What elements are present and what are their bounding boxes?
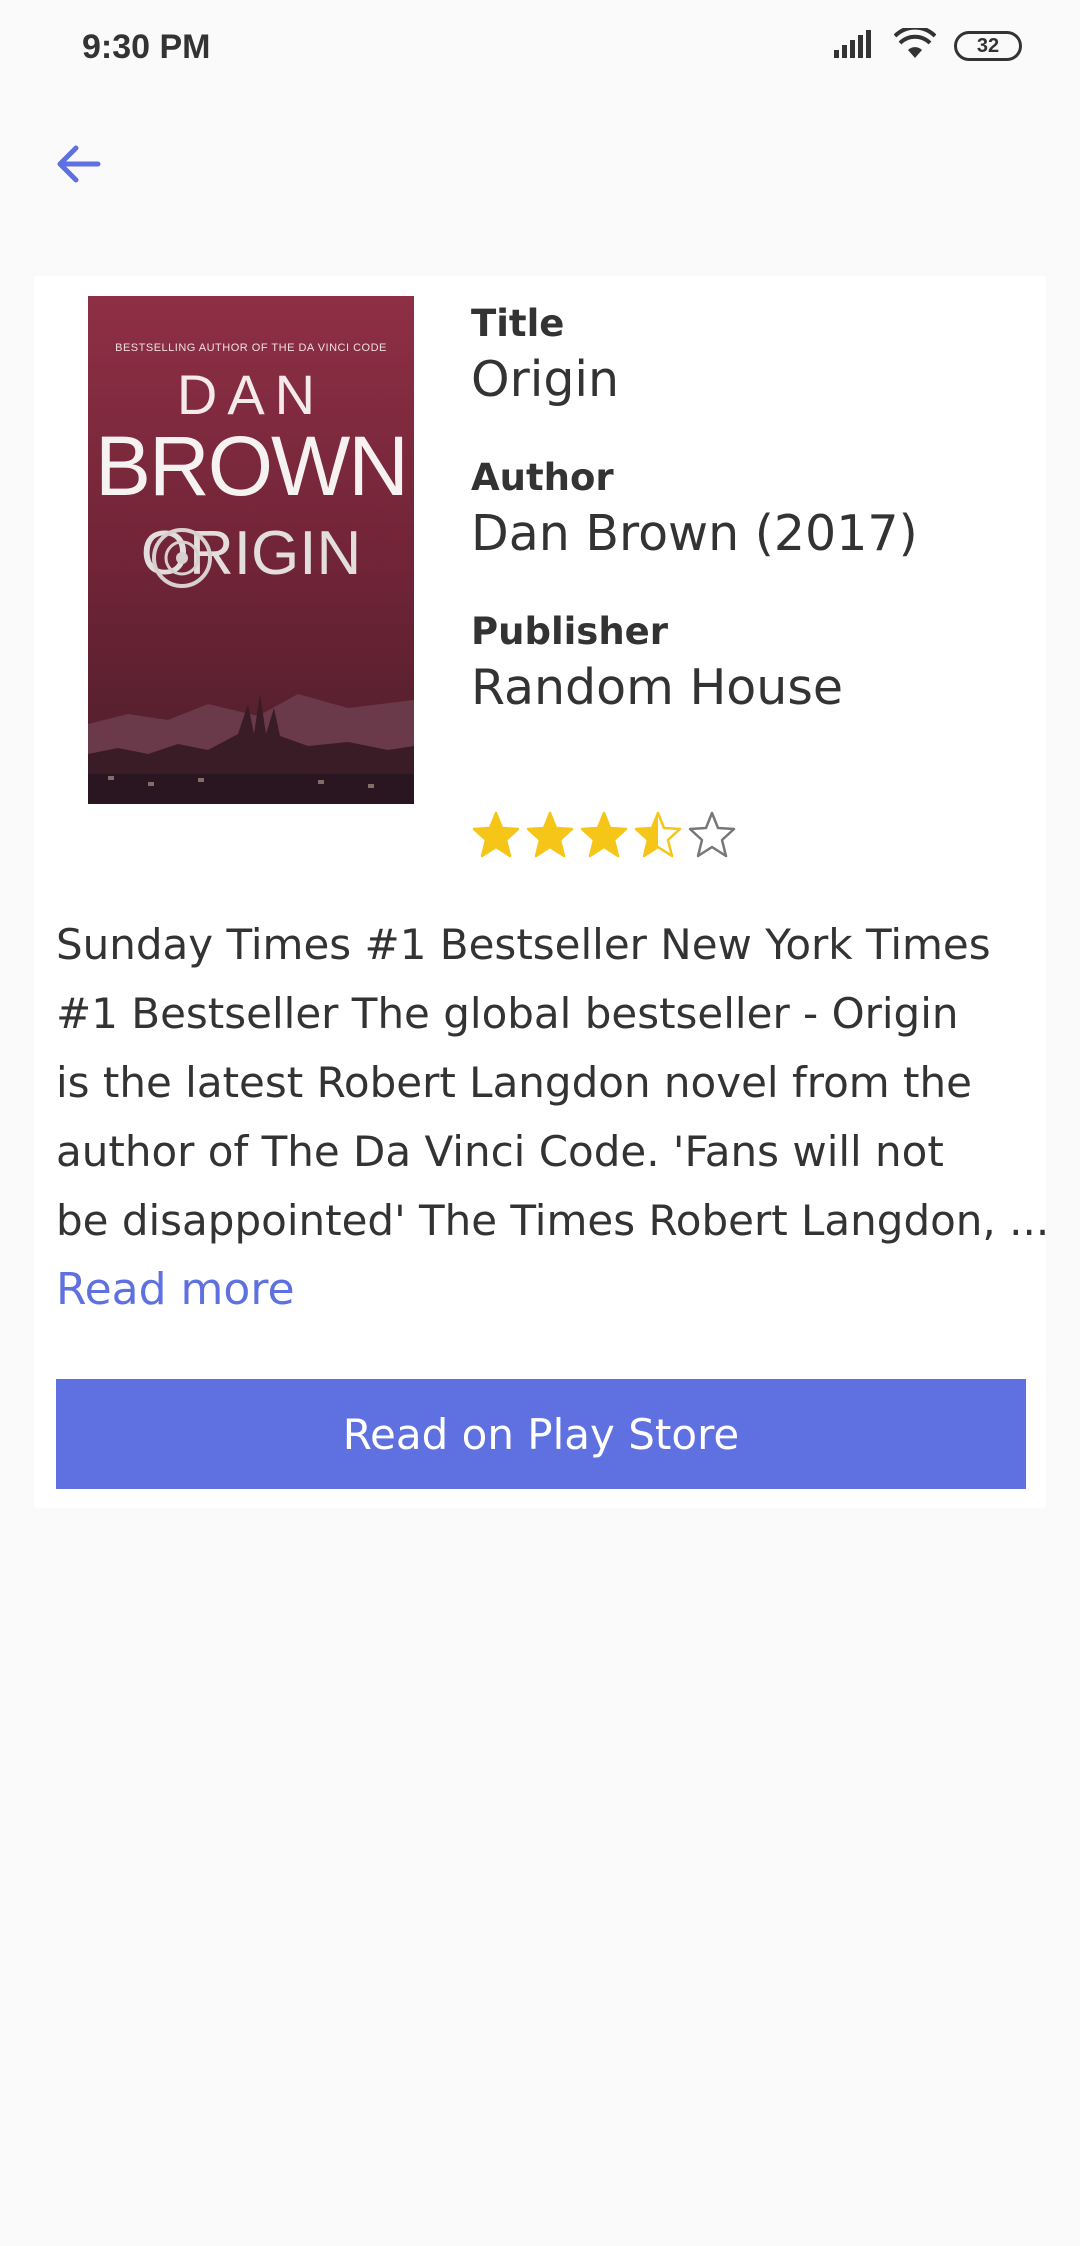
wifi-icon [893, 25, 937, 64]
description-line: be disappointed' The Times Robert Langdo… [56, 1196, 1050, 1245]
status-bar: 9:30 PM 32 [0, 0, 1080, 96]
description-line: #1 Bestseller The global bestseller - Or… [56, 989, 959, 1038]
cover-author-last: BROWN [95, 419, 409, 513]
cover-title: ORIGIN [140, 519, 362, 588]
cover-tagline: BESTSELLING AUTHOR OF THE DA VINCI CODE [115, 342, 387, 354]
rating-stars [471, 810, 737, 860]
read-more-link[interactable]: Read more [56, 1264, 295, 1315]
star-full-icon [580, 811, 628, 858]
status-icons: 32 [834, 25, 1022, 64]
cover-cityscape-image [88, 694, 414, 804]
book-info: Title Origin Author Dan Brown (2017) Pub… [471, 300, 1031, 762]
book-title: Origin [471, 351, 620, 408]
arrow-left-icon [54, 140, 102, 192]
book-card: BESTSELLING AUTHOR OF THE DA VINCI CODE … [34, 276, 1050, 1508]
book-cover: BESTSELLING AUTHOR OF THE DA VINCI CODE … [88, 296, 414, 804]
description-line: Sunday Times #1 Bestseller New York Time… [56, 920, 991, 969]
book-author: Dan Brown (2017) [471, 505, 918, 562]
cover-spiral-icon [152, 528, 212, 588]
description-line: is the latest Robert Langdon novel from … [56, 1058, 972, 1107]
author-label: Author [471, 456, 614, 499]
signal-icon [834, 30, 876, 62]
back-button[interactable] [50, 138, 106, 194]
book-description: Sunday Times #1 Bestseller New York Time… [56, 910, 1050, 1255]
star-full-icon [472, 811, 520, 858]
description-line: author of The Da Vinci Code. 'Fans will … [56, 1127, 944, 1176]
star-empty-icon [688, 811, 736, 858]
title-label: Title [471, 302, 565, 345]
status-time: 9:30 PM [82, 28, 211, 66]
star-half-icon [634, 811, 682, 858]
battery-icon: 32 [954, 31, 1022, 61]
star-full-icon [526, 811, 574, 858]
book-publisher: Random House [471, 659, 843, 716]
read-on-play-store-button[interactable]: Read on Play Store [56, 1379, 1026, 1489]
publisher-label: Publisher [471, 610, 669, 653]
